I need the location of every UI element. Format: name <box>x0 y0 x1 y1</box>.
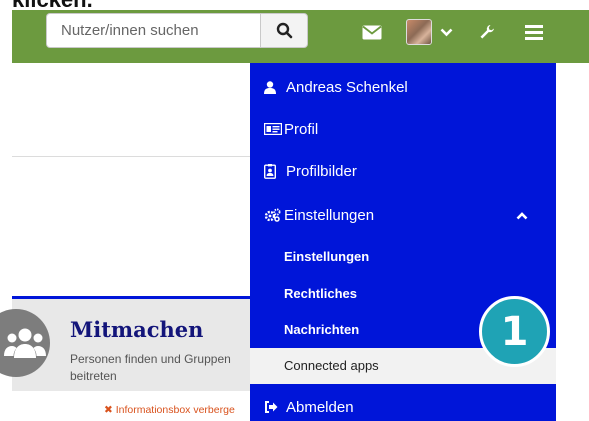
top-navigation-bar <box>12 10 589 63</box>
users-icon <box>4 328 46 358</box>
portrait-icon <box>264 163 286 179</box>
user-icon <box>264 80 286 94</box>
gears-icon <box>264 208 284 222</box>
menu-label-settings: Einstellungen <box>284 206 375 224</box>
panel-title: Mitmachen <box>70 317 204 342</box>
search-button[interactable] <box>260 13 308 48</box>
people-circle <box>0 309 50 377</box>
main-menu-button[interactable] <box>521 18 547 46</box>
mitmachen-info-box: Mitmachen Personen finden und Gruppen be… <box>0 296 250 391</box>
avatar <box>405 19 432 45</box>
panel-subtitle: Personen finden und Gruppen beitreten <box>70 352 231 383</box>
menu-label-user: Andreas Schenkel <box>286 78 408 96</box>
id-card-icon <box>264 123 284 135</box>
submenu-item-messages[interactable]: Nachrichten <box>284 322 359 337</box>
hamburger-icon <box>525 24 543 40</box>
wrench-icon <box>480 25 494 39</box>
menu-item-logout[interactable]: Abmelden <box>250 397 556 417</box>
search-input[interactable] <box>46 13 260 48</box>
search-icon <box>276 22 292 39</box>
envelope-icon <box>362 25 382 39</box>
menu-item-user[interactable]: Andreas Schenkel <box>250 77 556 97</box>
user-search <box>46 13 308 48</box>
chevron-up-icon <box>516 212 528 220</box>
menu-label-profile-pictures: Profilbilder <box>286 162 357 180</box>
hide-info-box-link[interactable]: ✖ Informationsbox verberge <box>104 404 235 416</box>
user-menu-toggle[interactable] <box>404 18 454 46</box>
menu-item-profile-pictures[interactable]: Profilbilder <box>250 161 556 181</box>
submenu-item-settings[interactable]: Einstellungen <box>284 249 369 264</box>
menu-label-logout: Abmelden <box>286 398 354 416</box>
messages-button[interactable] <box>358 18 386 46</box>
menu-label-connected-apps: Connected apps <box>284 358 379 373</box>
menu-label-profile: Profil <box>284 120 319 138</box>
admin-tools-button[interactable] <box>474 18 500 46</box>
menu-item-profile[interactable]: Profil <box>250 119 556 139</box>
content-divider <box>12 156 252 157</box>
user-dropdown-menu: Andreas Schenkel Profil Profilbilder Ein… <box>250 63 556 421</box>
step-number-badge: 1 <box>479 296 550 367</box>
menu-item-settings[interactable]: Einstellungen <box>250 204 556 226</box>
chevron-down-icon <box>440 28 452 36</box>
submenu-item-legal[interactable]: Rechtliches <box>284 286 357 301</box>
sign-out-icon <box>264 401 286 413</box>
